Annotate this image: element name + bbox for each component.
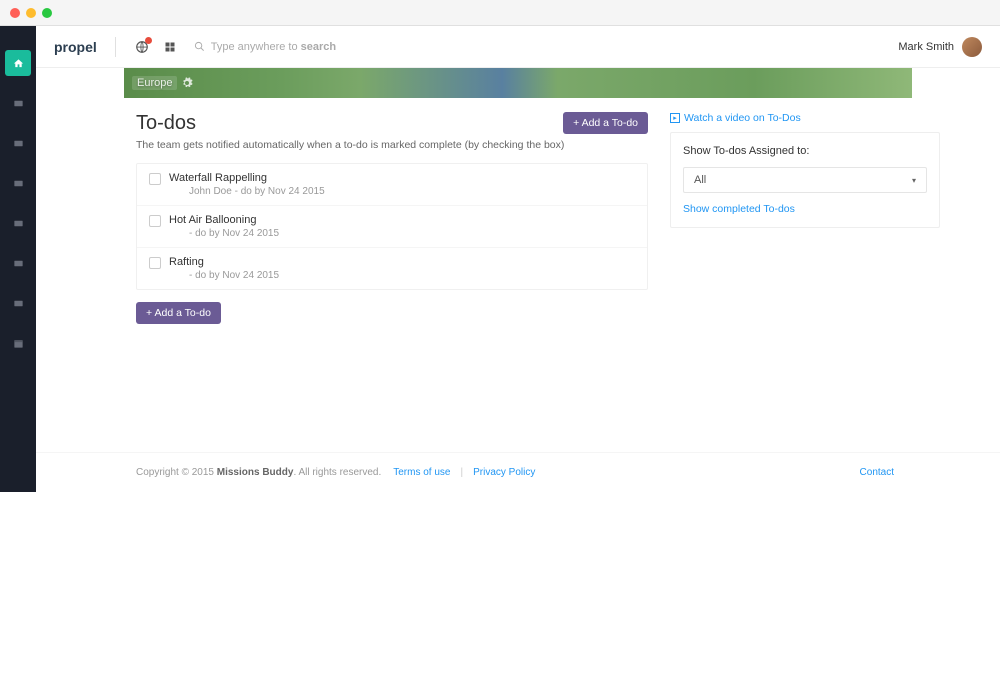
terms-link[interactable]: Terms of use xyxy=(393,467,450,478)
todo-checkbox[interactable] xyxy=(149,173,161,185)
page-title: To-dos xyxy=(136,112,196,135)
todo-meta-label: - do by Nov 24 2015 xyxy=(169,270,635,281)
sidebar-item-home[interactable] xyxy=(5,50,31,76)
search-placeholder-text: Type anywhere to search xyxy=(211,41,336,53)
show-completed-link[interactable]: Show completed To-dos xyxy=(683,203,927,215)
copyright-text: Copyright © 2015 Missions Buddy. All rig… xyxy=(136,467,381,478)
folder-icon xyxy=(13,218,24,229)
window-maximize-icon[interactable] xyxy=(42,8,52,18)
gear-icon[interactable] xyxy=(181,77,193,89)
todo-checkbox[interactable] xyxy=(149,257,161,269)
home-icon xyxy=(13,58,24,69)
folder-icon xyxy=(13,178,24,189)
page-subtitle: The team gets notified automatically whe… xyxy=(136,139,648,151)
search-input[interactable]: Type anywhere to search xyxy=(194,41,336,53)
sidebar-item-calendar[interactable] xyxy=(5,330,31,356)
assigned-filter-value: All xyxy=(694,174,706,186)
privacy-link[interactable]: Privacy Policy xyxy=(473,467,535,478)
contact-link[interactable]: Contact xyxy=(860,467,894,478)
sidebar-item-nav-2[interactable] xyxy=(5,130,31,156)
todo-title-label[interactable]: Hot Air Ballooning xyxy=(169,214,635,226)
video-link-label: Watch a video on To-Dos xyxy=(684,112,801,124)
sidebar-item-nav-3[interactable] xyxy=(5,170,31,196)
apps-grid-icon xyxy=(164,41,176,53)
sidebar-item-nav-1[interactable] xyxy=(5,90,31,116)
sidebar-item-nav-5[interactable] xyxy=(5,250,31,276)
divider: | xyxy=(461,467,464,478)
todo-item: Waterfall Rappelling John Doe - do by No… xyxy=(137,164,647,206)
add-todo-bottom-button[interactable]: + Add a To-do xyxy=(136,302,221,324)
sidebar-item-nav-6[interactable] xyxy=(5,290,31,316)
video-icon: ▸ xyxy=(670,113,680,123)
filter-panel: Show To-dos Assigned to: All ▾ Show comp… xyxy=(670,132,940,228)
assigned-filter-select[interactable]: All ▾ xyxy=(683,167,927,193)
folder-icon xyxy=(13,298,24,309)
add-todo-top-button[interactable]: + Add a To-do xyxy=(563,112,648,134)
footer: Copyright © 2015 Missions Buddy. All rig… xyxy=(36,452,1000,492)
chevron-down-icon: ▾ xyxy=(912,176,916,185)
sidebar-item-nav-4[interactable] xyxy=(5,210,31,236)
assigned-filter-label: Show To-dos Assigned to: xyxy=(683,145,927,157)
calendar-icon xyxy=(13,338,24,349)
todo-title-label[interactable]: Rafting xyxy=(169,256,635,268)
notification-badge-icon xyxy=(145,37,152,44)
todo-meta-label: John Doe - do by Nov 24 2015 xyxy=(169,186,635,197)
apps-button[interactable] xyxy=(162,39,178,55)
topbar: propel Type anywhere to search Mark Smit… xyxy=(36,26,1000,68)
window-close-icon[interactable] xyxy=(10,8,20,18)
folder-icon xyxy=(13,258,24,269)
todo-meta-label: - do by Nov 24 2015 xyxy=(169,228,635,239)
user-name[interactable]: Mark Smith xyxy=(898,41,954,53)
todo-item: Hot Air Ballooning - do by Nov 24 2015 xyxy=(137,206,647,248)
project-name-label: Europe xyxy=(132,76,177,90)
todo-list: Waterfall Rappelling John Doe - do by No… xyxy=(136,163,648,290)
folder-icon xyxy=(13,98,24,109)
watch-video-link[interactable]: ▸ Watch a video on To-Dos xyxy=(670,112,940,124)
window-chrome xyxy=(0,0,1000,26)
todo-title-label[interactable]: Waterfall Rappelling xyxy=(169,172,635,184)
divider xyxy=(115,37,116,57)
todo-checkbox[interactable] xyxy=(149,215,161,227)
window-minimize-icon[interactable] xyxy=(26,8,36,18)
search-icon xyxy=(194,41,205,52)
notifications-button[interactable] xyxy=(134,39,150,55)
sidebar xyxy=(0,26,36,492)
folder-icon xyxy=(13,138,24,149)
todo-item: Rafting - do by Nov 24 2015 xyxy=(137,248,647,289)
project-banner: Europe xyxy=(124,68,912,98)
logo[interactable]: propel xyxy=(54,39,97,55)
avatar[interactable] xyxy=(962,37,982,57)
